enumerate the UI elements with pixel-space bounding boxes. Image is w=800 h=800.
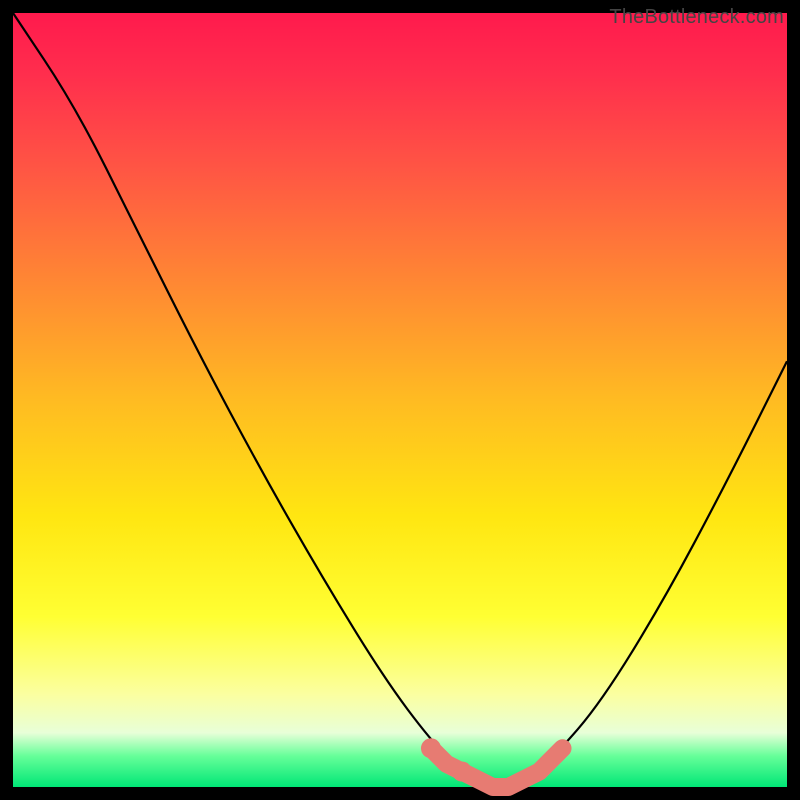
chart-plot-area <box>13 13 787 787</box>
minimum-highlight <box>431 748 563 787</box>
highlight-dot <box>421 738 441 758</box>
watermark-text: TheBottleneck.com <box>609 6 784 29</box>
chart-svg <box>13 13 787 787</box>
bottleneck-curve <box>13 13 787 784</box>
highlight-dot <box>452 762 472 782</box>
